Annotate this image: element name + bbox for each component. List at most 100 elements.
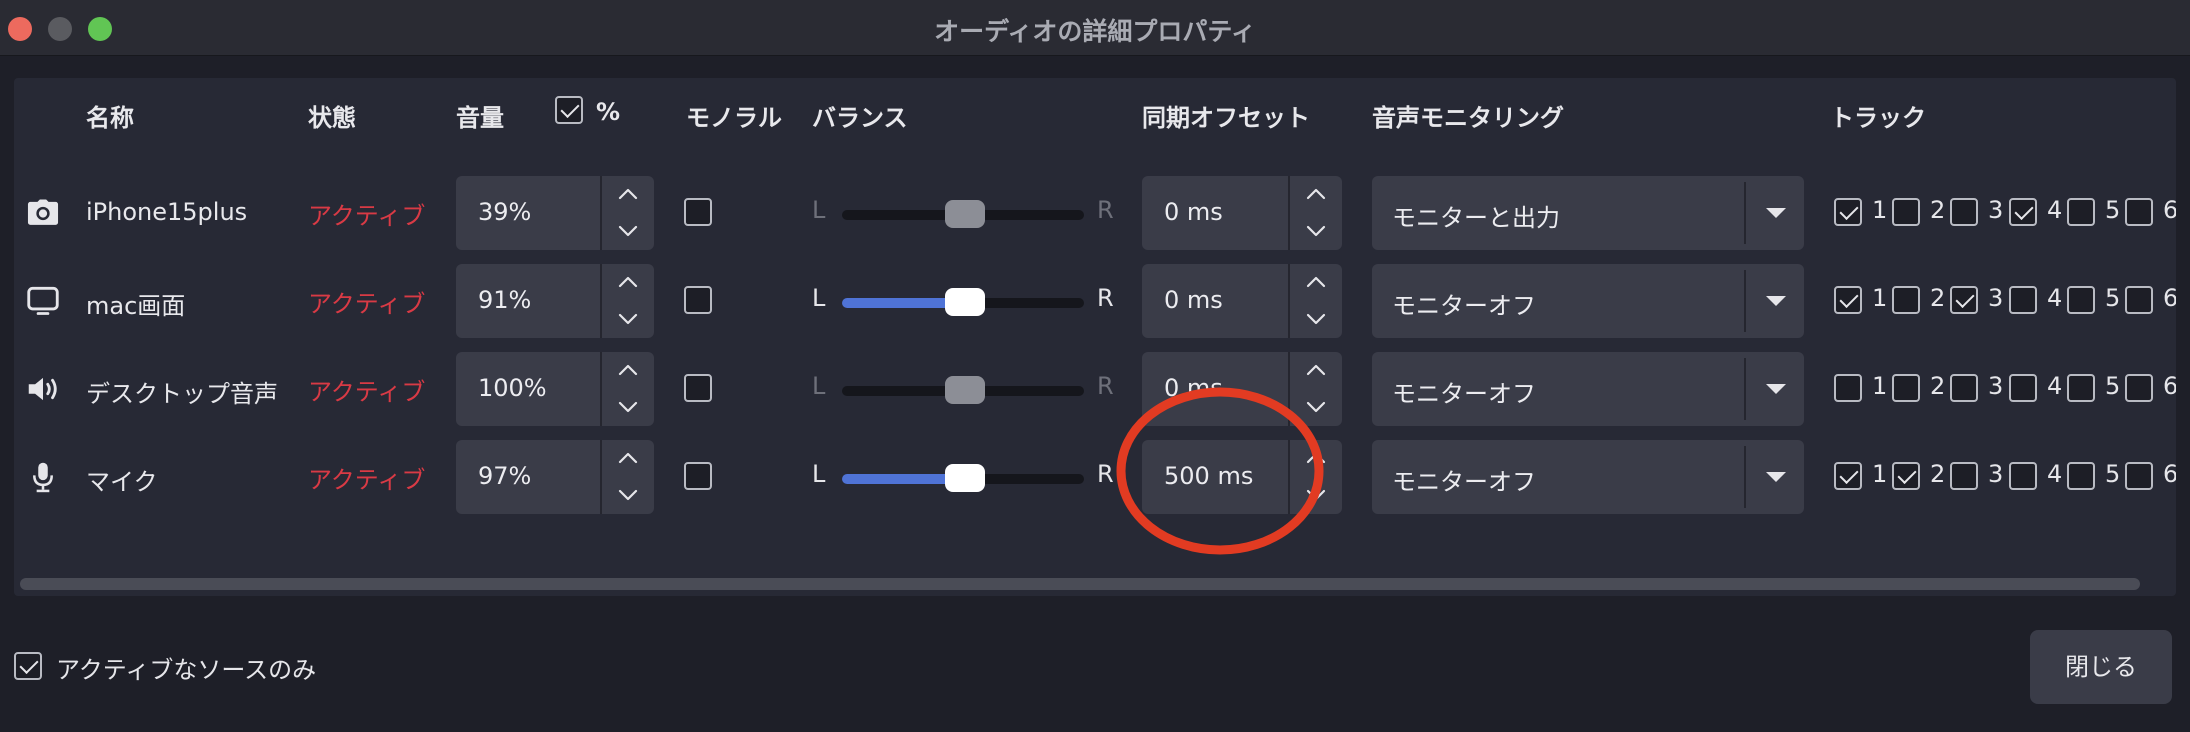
chevron-up-icon[interactable] <box>602 352 654 389</box>
track-checkbox[interactable] <box>2009 286 2037 314</box>
source-row[interactable]: デスクトップ音声 アクティブ 100% L R 0 ms モニターオフ 12345… <box>14 352 2176 426</box>
source-name: mac画面 <box>86 292 186 320</box>
track-checkbox[interactable] <box>1892 198 1920 226</box>
track-number: 2 <box>1930 196 1946 224</box>
monitoring-dropdown[interactable]: モニターオフ <box>1372 352 1804 426</box>
sync-offset-stepper[interactable] <box>1288 264 1342 338</box>
dropdown-arrow-icon[interactable] <box>1766 384 1786 394</box>
balance-slider[interactable] <box>842 376 1084 404</box>
balance-left-label: L <box>812 284 826 312</box>
balance-left-label: L <box>812 196 826 224</box>
source-state: アクティブ <box>308 202 426 230</box>
chevron-down-icon[interactable] <box>602 389 654 426</box>
volume-stepper[interactable] <box>600 352 654 426</box>
monitoring-dropdown[interactable]: モニターと出力 <box>1372 176 1804 250</box>
volume-value: 97% <box>478 462 532 490</box>
track-checkbox[interactable] <box>1892 286 1920 314</box>
chevron-down-icon[interactable] <box>602 301 654 338</box>
balance-slider-handle[interactable] <box>945 376 985 404</box>
camera-icon <box>24 194 62 232</box>
source-row[interactable]: mac画面 アクティブ 91% L R 0 ms モニターオフ 1 2 3 4 5 6 <box>14 264 2176 338</box>
balance-slider[interactable] <box>842 464 1084 492</box>
track-checkbox[interactable] <box>2067 286 2095 314</box>
balance-slider-handle[interactable] <box>945 200 985 228</box>
mono-checkbox[interactable] <box>684 374 712 402</box>
track-number: 3 <box>1988 460 2004 488</box>
track-checkbox[interactable] <box>2125 198 2153 226</box>
balance-slider[interactable] <box>842 200 1084 228</box>
monitoring-value: モニターオフ <box>1392 380 1536 408</box>
track-checkbox[interactable] <box>2125 462 2153 490</box>
track-checkbox[interactable] <box>1950 462 1978 490</box>
track-checkbox[interactable] <box>2067 462 2095 490</box>
volume-value: 39% <box>478 198 532 226</box>
volume-spinbox[interactable]: 100% <box>456 352 654 426</box>
source-row[interactable]: iPhone15plus アクティブ 39% L R 0 ms モニターと出力 1… <box>14 176 2176 250</box>
active-sources-only-checkbox[interactable] <box>14 652 42 680</box>
track-checkbox[interactable] <box>1834 198 1862 226</box>
percent-checkbox[interactable] <box>555 96 583 124</box>
sync-offset-stepper[interactable] <box>1288 176 1342 250</box>
track-number: 6 <box>2163 460 2176 488</box>
mono-checkbox[interactable] <box>684 286 712 314</box>
balance-slider-handle[interactable] <box>945 464 985 492</box>
chevron-up-icon[interactable] <box>1290 352 1342 389</box>
track-checkbox[interactable] <box>1950 374 1978 402</box>
monitoring-value: モニターオフ <box>1392 292 1536 320</box>
chevron-down-icon[interactable] <box>1290 301 1342 338</box>
balance-slider[interactable] <box>842 288 1084 316</box>
balance-slider-handle[interactable] <box>945 288 985 316</box>
volume-spinbox[interactable]: 97% <box>456 440 654 514</box>
track-checkbox[interactable] <box>1834 374 1862 402</box>
chevron-down-icon[interactable] <box>602 213 654 250</box>
volume-spinbox[interactable]: 39% <box>456 176 654 250</box>
microphone-icon <box>24 458 62 496</box>
chevron-down-icon[interactable] <box>1290 213 1342 250</box>
header-state: 状態 <box>308 104 356 132</box>
horizontal-scrollbar[interactable] <box>20 578 2140 590</box>
volume-stepper[interactable] <box>600 440 654 514</box>
track-checkbox[interactable] <box>2009 198 2037 226</box>
balance-right-label: R <box>1097 284 1114 312</box>
source-state: アクティブ <box>308 290 426 318</box>
chevron-up-icon[interactable] <box>602 176 654 213</box>
track-checkbox[interactable] <box>2067 198 2095 226</box>
track-checkbox[interactable] <box>2125 374 2153 402</box>
balance-right-label: R <box>1097 460 1114 488</box>
track-checkbox[interactable] <box>2009 462 2037 490</box>
header-tracks: トラック <box>1830 104 1926 132</box>
track-checkbox[interactable] <box>1834 462 1862 490</box>
track-checkbox[interactable] <box>1834 286 1862 314</box>
monitoring-dropdown[interactable]: モニターオフ <box>1372 440 1804 514</box>
monitoring-dropdown[interactable]: モニターオフ <box>1372 264 1804 338</box>
volume-stepper[interactable] <box>600 264 654 338</box>
track-number: 2 <box>1930 284 1946 312</box>
close-button[interactable]: 閉じる <box>2030 630 2172 704</box>
chevron-up-icon[interactable] <box>1290 264 1342 301</box>
track-number: 5 <box>2105 196 2121 224</box>
track-checkbox[interactable] <box>2009 374 2037 402</box>
track-checkbox[interactable] <box>1892 374 1920 402</box>
track-checkbox[interactable] <box>1950 286 1978 314</box>
track-checkbox[interactable] <box>1950 198 1978 226</box>
sync-offset-spinbox[interactable]: 0 ms <box>1142 176 1342 250</box>
dropdown-arrow-icon[interactable] <box>1766 296 1786 306</box>
balance-left-label: L <box>812 460 826 488</box>
dropdown-arrow-icon[interactable] <box>1766 472 1786 482</box>
chevron-up-icon[interactable] <box>602 264 654 301</box>
volume-spinbox[interactable]: 91% <box>456 264 654 338</box>
volume-stepper[interactable] <box>600 176 654 250</box>
chevron-down-icon[interactable] <box>602 477 654 514</box>
source-row[interactable]: マイク アクティブ 97% L R 500 ms モニターオフ 123456 <box>14 440 2176 514</box>
source-name: iPhone15plus <box>86 198 248 226</box>
track-checkbox[interactable] <box>1892 462 1920 490</box>
track-checkbox[interactable] <box>2125 286 2153 314</box>
chevron-up-icon[interactable] <box>602 440 654 477</box>
mono-checkbox[interactable] <box>684 198 712 226</box>
mono-checkbox[interactable] <box>684 462 712 490</box>
dropdown-arrow-icon[interactable] <box>1766 208 1786 218</box>
sync-offset-spinbox[interactable]: 0 ms <box>1142 264 1342 338</box>
chevron-up-icon[interactable] <box>1290 176 1342 213</box>
title-bar: オーディオの詳細プロパティ <box>0 0 2190 56</box>
track-checkbox[interactable] <box>2067 374 2095 402</box>
